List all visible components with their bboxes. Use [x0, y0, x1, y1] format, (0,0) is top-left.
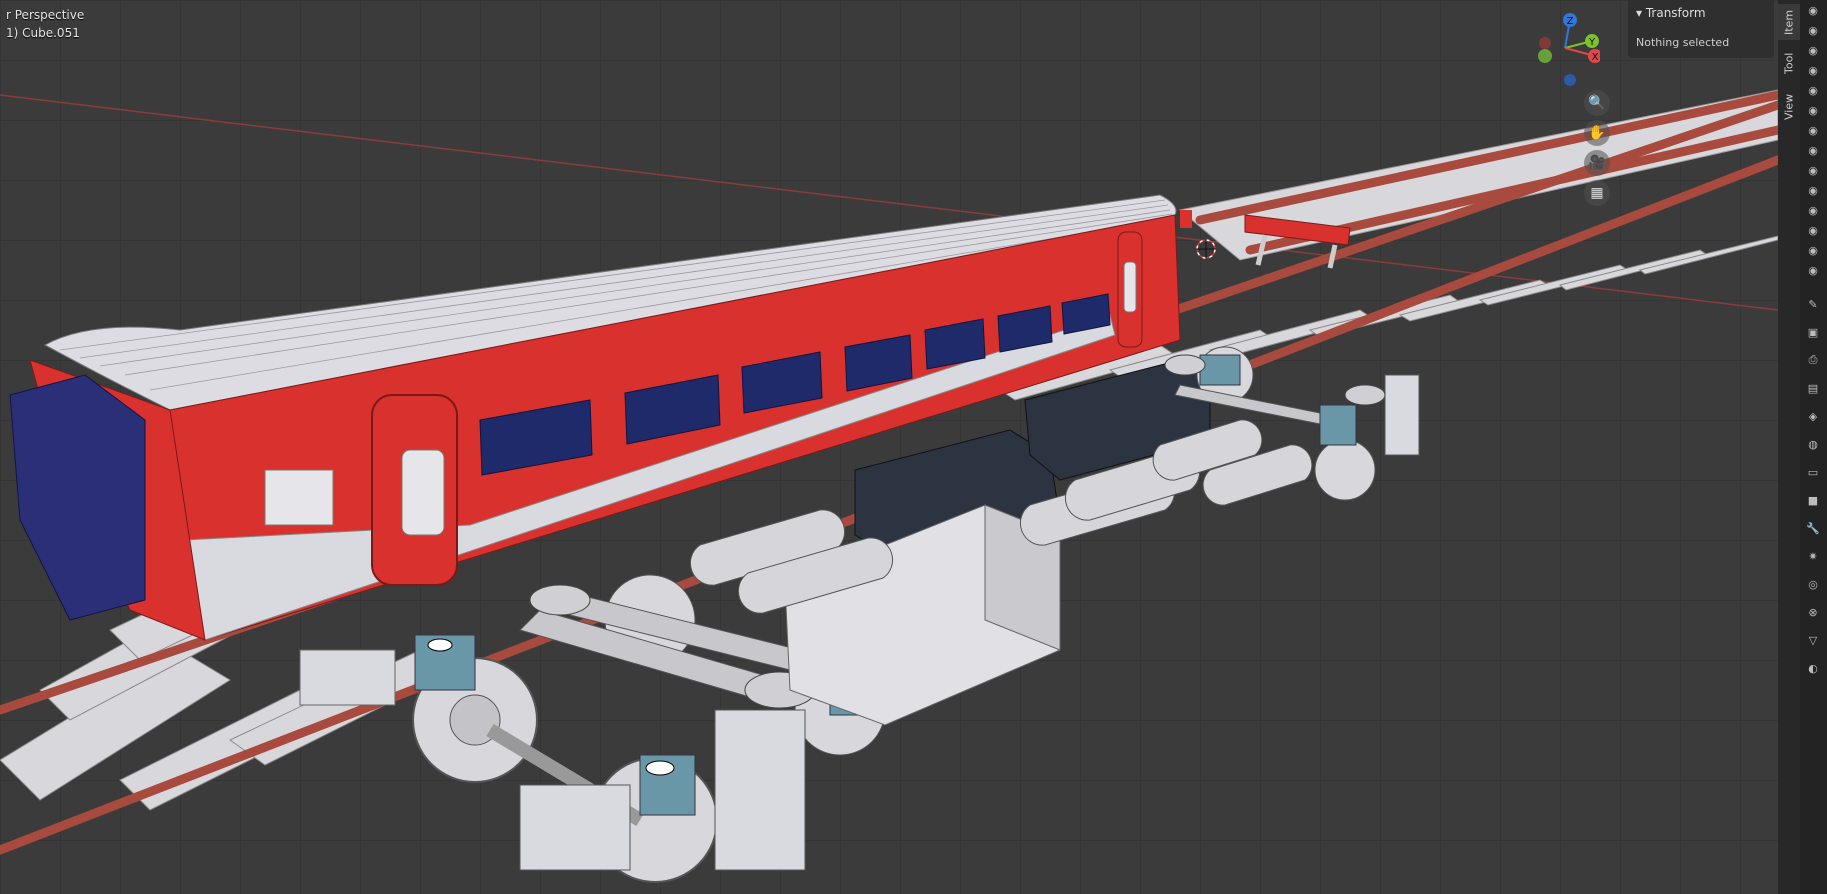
scene-render: [0, 0, 1778, 894]
tab-view[interactable]: View: [1778, 88, 1800, 126]
nothing-selected-text: Nothing selected: [1636, 36, 1730, 49]
grid-icon[interactable]: ▦: [1584, 180, 1610, 206]
camera-icon[interactable]: ◉: [1804, 222, 1822, 238]
constraint-icon[interactable]: ⊗: [1804, 604, 1822, 620]
camera-icon[interactable]: ◉: [1804, 142, 1822, 158]
neg-y-axis-handle[interactable]: [1538, 49, 1552, 63]
properties-editor-strip: ◉ ◉ ◉ ◉ ◉ ◉ ◉ ◉ ◉ ◉ ◉ ◉ ◉ ◉ ✎ ▣ ⎙ ▤ ◈ ◍ ▭ ■ 🔧 ✷ ◎ ⊗ ▽ ◐: [1800, 0, 1827, 894]
modifier-icon[interactable]: 🔧: [1804, 520, 1822, 536]
tab-tool[interactable]: Tool: [1778, 46, 1800, 80]
neg-z-axis-handle[interactable]: [1564, 74, 1576, 86]
camera-icon[interactable]: ◉: [1804, 2, 1822, 18]
camera-icon[interactable]: ◉: [1804, 42, 1822, 58]
data-icon[interactable]: ▽: [1804, 632, 1822, 648]
tool-icon[interactable]: ✎: [1804, 296, 1822, 312]
x-axis-label: X: [1592, 52, 1599, 63]
transform-panel: ▾ Transform Nothing selected: [1628, 0, 1774, 58]
neg-x-axis-handle[interactable]: [1539, 37, 1551, 49]
camera-icon[interactable]: ◉: [1804, 102, 1822, 118]
zoom-icon[interactable]: 🔍: [1584, 90, 1610, 116]
camera-icon[interactable]: ◉: [1804, 262, 1822, 278]
particles-icon[interactable]: ✷: [1804, 548, 1822, 564]
active-object-label: 1) Cube.051: [6, 26, 80, 40]
physics-icon[interactable]: ◎: [1804, 576, 1822, 592]
camera-icon[interactable]: ◉: [1804, 62, 1822, 78]
scene-icon[interactable]: ◈: [1804, 408, 1822, 424]
camera-icon[interactable]: ◉: [1804, 122, 1822, 138]
camera-icon[interactable]: ◉: [1804, 162, 1822, 178]
navigation-gizmo[interactable]: Z Y X: [1520, 8, 1600, 88]
view-layer-icon[interactable]: ▤: [1804, 380, 1822, 396]
y-axis-label: Y: [1588, 37, 1596, 48]
camera-icon[interactable]: ◉: [1804, 82, 1822, 98]
render-icon[interactable]: ▣: [1804, 324, 1822, 340]
transform-title: Transform: [1645, 6, 1706, 20]
camera-icon[interactable]: ◉: [1804, 182, 1822, 198]
collection-icon[interactable]: ▭: [1804, 464, 1822, 480]
camera-icon[interactable]: 🎥: [1584, 150, 1610, 176]
z-axis-label: Z: [1567, 16, 1574, 27]
object-icon[interactable]: ■: [1804, 492, 1822, 508]
output-icon[interactable]: ⎙: [1804, 352, 1822, 368]
camera-icon[interactable]: ◉: [1804, 202, 1822, 218]
transform-header[interactable]: ▾ Transform: [1636, 6, 1706, 20]
view-mode-label: r Perspective: [6, 8, 85, 22]
3d-viewport[interactable]: r Perspective 1) Cube.051 Z Y X 🔍 ✋ 🎥 ▦ …: [0, 0, 1778, 894]
camera-icon[interactable]: ◉: [1804, 242, 1822, 258]
world-icon[interactable]: ◍: [1804, 436, 1822, 452]
sidebar-tabs: Item Tool View: [1778, 0, 1800, 894]
tab-item[interactable]: Item: [1778, 4, 1800, 40]
material-icon[interactable]: ◐: [1804, 660, 1822, 676]
camera-icon[interactable]: ◉: [1804, 22, 1822, 38]
hand-icon[interactable]: ✋: [1584, 120, 1610, 146]
